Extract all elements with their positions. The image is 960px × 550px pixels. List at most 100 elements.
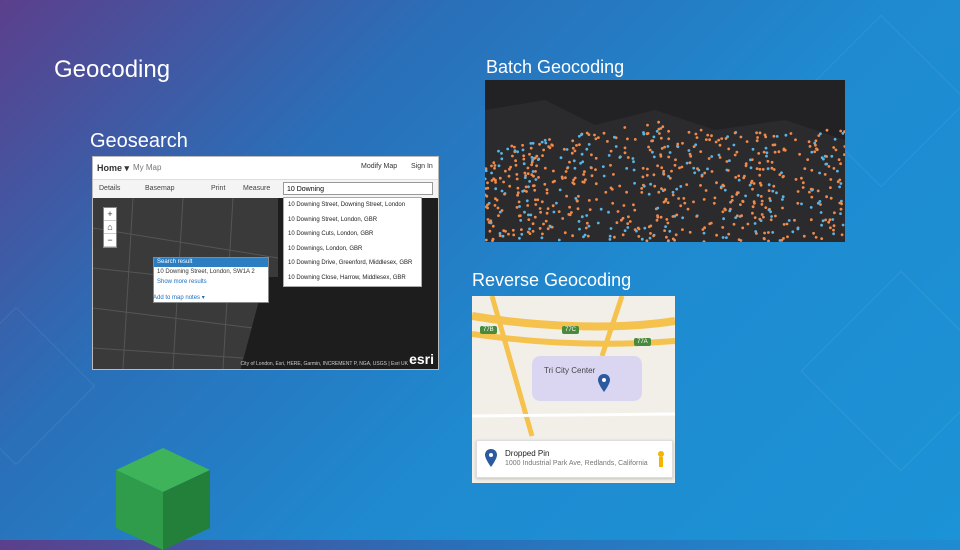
sign-in-link[interactable]: Sign In bbox=[411, 163, 433, 170]
geocoded-point bbox=[732, 143, 736, 147]
pin-name: Dropped Pin bbox=[505, 449, 550, 458]
geocoded-point bbox=[767, 239, 770, 242]
geocoded-point bbox=[626, 226, 630, 229]
geocoded-point bbox=[814, 235, 818, 239]
geocoded-point bbox=[784, 133, 788, 137]
geocoded-point bbox=[614, 136, 618, 140]
search-input[interactable]: 10 Downing bbox=[283, 182, 433, 195]
geocoded-point bbox=[816, 189, 820, 193]
geocoded-point bbox=[520, 232, 524, 236]
geocoded-point bbox=[664, 225, 667, 229]
suggestion-item[interactable]: 10 Downing Street, Downing Street, Londo… bbox=[284, 198, 421, 213]
geocoded-point bbox=[723, 188, 727, 192]
geocoded-point bbox=[809, 206, 813, 209]
geocoded-point bbox=[582, 235, 585, 239]
geocoded-point bbox=[561, 217, 565, 220]
suggestion-item[interactable]: 10 Downings, London, GBR bbox=[284, 242, 421, 257]
print-button[interactable]: Print bbox=[211, 185, 225, 192]
geocoded-point bbox=[607, 210, 610, 214]
measure-button[interactable]: Measure bbox=[243, 185, 270, 192]
geocoded-point bbox=[659, 215, 663, 219]
geocoded-point bbox=[733, 153, 737, 157]
geocoded-point bbox=[559, 156, 563, 160]
geocoded-point bbox=[635, 229, 638, 233]
geocoded-point bbox=[734, 216, 738, 220]
pegman-icon[interactable] bbox=[656, 451, 666, 467]
geocoded-point bbox=[618, 156, 622, 159]
geocoded-point bbox=[757, 152, 761, 155]
geocoded-point bbox=[576, 199, 579, 203]
geocoded-point bbox=[494, 181, 497, 184]
geocoded-point bbox=[759, 219, 763, 223]
geocoded-point bbox=[588, 208, 592, 212]
geocoded-point bbox=[574, 197, 578, 200]
geocoded-point bbox=[838, 185, 841, 189]
zoom-out-button[interactable]: − bbox=[104, 234, 116, 247]
geocoded-point bbox=[514, 159, 517, 163]
geocoded-point bbox=[724, 208, 727, 212]
geocoded-point bbox=[567, 213, 571, 216]
geocoded-point bbox=[637, 227, 641, 231]
geocoded-point bbox=[762, 150, 766, 154]
geocoded-point bbox=[761, 168, 765, 171]
geocoded-point bbox=[755, 139, 759, 143]
geocoded-point bbox=[649, 224, 653, 228]
suggestion-item[interactable]: 10 Downing Street, London, GBR bbox=[284, 213, 421, 228]
geocoded-point bbox=[781, 206, 784, 210]
geocoded-point bbox=[626, 137, 629, 141]
geocoded-point bbox=[768, 197, 772, 200]
geocoded-point bbox=[701, 228, 705, 231]
geocoded-point bbox=[680, 165, 684, 169]
geocoded-point bbox=[689, 154, 693, 158]
geocoded-point bbox=[668, 229, 672, 233]
geocoded-point bbox=[682, 197, 686, 200]
geocoded-point bbox=[707, 157, 711, 160]
geocoded-point bbox=[751, 205, 755, 209]
geocoded-point bbox=[671, 193, 675, 197]
suggestion-item[interactable]: 10 Downing Drive, Greenford, Middlesex, … bbox=[284, 256, 421, 271]
basemap-button[interactable]: Basemap bbox=[145, 185, 175, 192]
geocoded-point bbox=[498, 210, 502, 214]
geocoded-point bbox=[739, 203, 742, 206]
geocoded-point bbox=[621, 233, 625, 237]
geocoded-point bbox=[829, 196, 833, 200]
suggestion-item[interactable]: 10 Downing Close, Harrow, Middlesex, GBR bbox=[284, 271, 421, 286]
geocoded-point bbox=[497, 214, 500, 218]
modify-map-link[interactable]: Modify Map bbox=[361, 163, 397, 170]
geocoded-point bbox=[683, 201, 687, 205]
geocoded-point bbox=[832, 232, 835, 236]
geocoded-point bbox=[642, 131, 645, 134]
geocoded-point bbox=[529, 142, 533, 145]
geocoded-point bbox=[538, 227, 542, 230]
geocoded-point bbox=[833, 137, 837, 141]
home-extent-button[interactable]: ⌂ bbox=[104, 221, 116, 234]
geocoded-point bbox=[806, 158, 810, 161]
geocoded-point bbox=[746, 222, 750, 226]
geocoded-point bbox=[622, 204, 626, 207]
geocoded-point bbox=[820, 237, 824, 241]
geocoded-point bbox=[543, 138, 547, 142]
suggestion-item[interactable]: 10 Downing Cuts, London, GBR bbox=[284, 227, 421, 242]
geocoded-point bbox=[831, 218, 835, 221]
geocoded-point bbox=[832, 224, 836, 228]
geocoded-point bbox=[623, 151, 627, 155]
dropped-pin-card[interactable]: Dropped Pin 1000 Industrial Park Ave, Re… bbox=[476, 440, 673, 478]
map-pin-icon[interactable] bbox=[598, 374, 610, 392]
add-to-map-link[interactable]: Add to map notes ▾ bbox=[153, 294, 205, 301]
details-button[interactable]: Details bbox=[99, 185, 120, 192]
geocoded-point bbox=[815, 148, 819, 152]
geocoded-point bbox=[785, 222, 789, 226]
geocoded-point bbox=[657, 120, 660, 124]
popup-title: Search result bbox=[154, 258, 268, 267]
esri-logo: esri bbox=[409, 351, 434, 367]
geocoded-point bbox=[708, 138, 711, 142]
geocoded-point bbox=[700, 174, 704, 178]
zoom-in-button[interactable]: + bbox=[104, 208, 116, 221]
geocoded-point bbox=[516, 150, 519, 154]
home-menu[interactable]: Home ▾ bbox=[97, 163, 129, 174]
geocoded-point bbox=[824, 162, 828, 166]
geocoded-point bbox=[771, 231, 775, 234]
show-more-results-link[interactable]: Show more results bbox=[154, 277, 268, 287]
geocoded-point bbox=[773, 143, 777, 147]
geocoded-point bbox=[543, 166, 547, 170]
